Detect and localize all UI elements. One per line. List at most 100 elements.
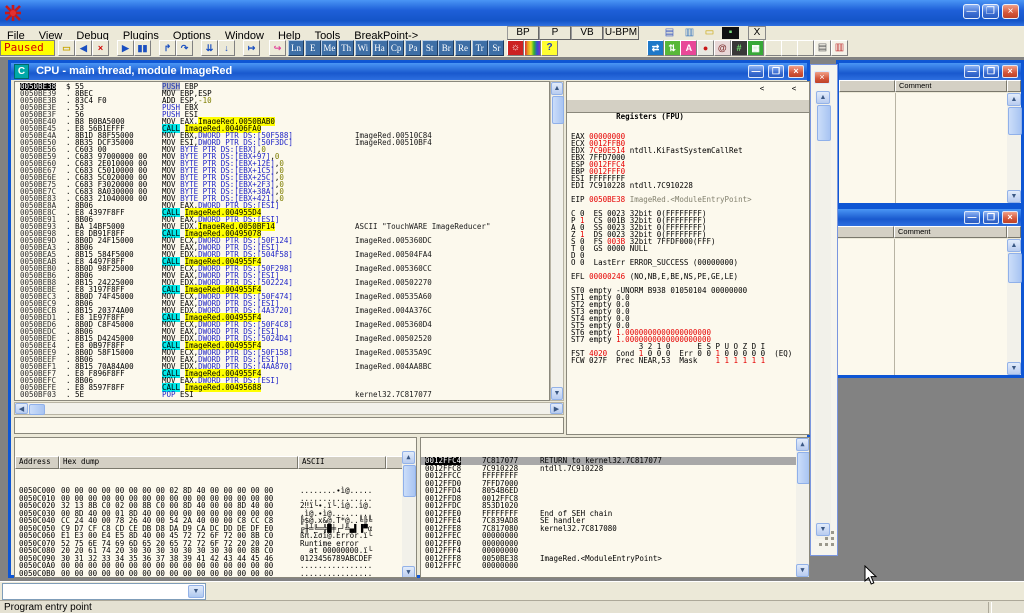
comment-list[interactable] xyxy=(836,239,1007,375)
pane-button-ln[interactable]: Ln xyxy=(288,40,304,56)
disassembly-vscrollbar[interactable]: ▲ ▼ xyxy=(550,81,564,401)
pane-button-e[interactable]: E xyxy=(305,40,321,56)
pane-button-br[interactable]: Br xyxy=(438,40,454,56)
disassembly-row[interactable]: 0050BEB0.8B0D 98F25000MOV ECX,DWORD PTR … xyxy=(15,265,549,272)
disassembly-row[interactable]: 0050BEC3.8B0D 74F45000MOV ECX,DWORD PTR … xyxy=(15,293,549,300)
disassembly-row[interactable]: 0050BE38$55PUSH EBP xyxy=(15,83,549,90)
main-titlebar[interactable]: — ❐ × xyxy=(0,0,1024,26)
run-button[interactable]: ▶ xyxy=(117,40,134,56)
close-button[interactable]: × xyxy=(1002,4,1019,19)
dump-row[interactable]: 0050C0C000 00 00 00 00 00 00 00 00 00 00… xyxy=(15,577,416,578)
stack-vscrollbar[interactable]: ▲ ▼ xyxy=(796,438,810,577)
dump-vscrollbar[interactable]: ▲ ▼ xyxy=(402,451,416,578)
notes-icon[interactable]: ▥ xyxy=(681,26,698,40)
cpu-titlebar[interactable]: C CPU - main thread, module ImageRed — ❐… xyxy=(11,63,807,80)
disassembly-row[interactable]: 0050BE3B.83C4 F0ADD ESP,-10 xyxy=(15,97,549,104)
register-line[interactable]: T 0 GS 0000 NULL xyxy=(567,245,809,252)
vertical-scrollbar[interactable]: ▲ ▼ xyxy=(815,91,831,539)
vertical-scrollbar[interactable]: ▲ ▼ xyxy=(1007,93,1021,203)
stack-row[interactable]: 0012FFF80050BE38ImageRed.<ModuleEntryPoi… xyxy=(421,555,809,563)
go-to-address-button[interactable]: ↪ xyxy=(269,40,286,56)
close-button[interactable]: × xyxy=(814,71,830,84)
info-pane[interactable]: EBP=0012FFF0 xyxy=(14,417,564,434)
grid-button[interactable]: ▦ xyxy=(747,40,764,56)
maximize-button[interactable]: ❐ xyxy=(768,65,784,78)
stack-row[interactable]: 0012FFEC00000000 xyxy=(421,532,809,540)
stack-row[interactable]: 0012FFDC853D1020 xyxy=(421,502,809,510)
stack-row[interactable]: 0012FFF000000000 xyxy=(421,540,809,548)
pane-button-re[interactable]: Re xyxy=(455,40,471,56)
pane-button-pa[interactable]: Pa xyxy=(405,40,421,56)
empty-toolbar-button[interactable] xyxy=(765,40,782,56)
disassembly-row[interactable]: 0050BE9D.8B0D 24F15000MOV ECX,DWORD PTR … xyxy=(15,237,549,244)
dump-pane[interactable]: Address Hex dump ASCII 0050C00000 00 00 … xyxy=(14,437,417,578)
disassembly-pane[interactable]: 0050BE38$55PUSH EBP0050BE39.8BECMOV EBP,… xyxy=(14,81,550,401)
menu-button-vb[interactable]: VB xyxy=(571,26,603,40)
close-button[interactable]: × xyxy=(788,65,804,78)
trace-into-button[interactable]: ⇊ xyxy=(201,40,218,56)
doc-list-button[interactable]: ▤ xyxy=(814,40,831,56)
menu-close-button[interactable]: X xyxy=(748,26,766,40)
minimize-button[interactable]: — xyxy=(748,65,764,78)
resize-grip[interactable] xyxy=(819,543,822,546)
stack-row[interactable]: 0012FFD07FFD7000 xyxy=(421,480,809,488)
register-line[interactable]: EFL 00000246 (NO,NB,E,BE,NS,PE,GE,LE) xyxy=(567,273,809,280)
step-over-button[interactable]: ↷ xyxy=(176,40,193,56)
register-line[interactable]: FCW 027F Prec NEAR,53 Mask 1 1 1 1 1 1 xyxy=(567,357,809,364)
vertical-scrollbar[interactable]: ▲ ▼ xyxy=(1007,239,1021,375)
stack-row[interactable]: 0012FFD80012FFC8 xyxy=(421,495,809,503)
pane-button-cp[interactable]: Cp xyxy=(388,40,404,56)
disassembly-row[interactable]: 0050BE83.C683 21040000 00MOV BYTE PTR DS… xyxy=(15,195,549,202)
maximize-button[interactable]: ❐ xyxy=(983,65,999,78)
register-line[interactable]: EIP 0050BE38 ImageRed.<ModuleEntryPoint> xyxy=(567,196,809,203)
execute-till-return-button[interactable]: ↦ xyxy=(243,40,260,56)
close-program-button[interactable]: × xyxy=(92,40,109,56)
comment-list[interactable] xyxy=(839,93,1007,203)
pane-button-th[interactable]: Th xyxy=(338,40,354,56)
stack-row[interactable]: 0012FFFC00000000 xyxy=(421,562,809,570)
stack-row[interactable]: 0012FFE87C817080kernel32.7C817080 xyxy=(421,525,809,533)
pause-button[interactable]: ▮▮ xyxy=(134,40,151,56)
spiral-button[interactable]: @ xyxy=(714,40,731,56)
comment-window-lower-titlebar[interactable]: — ❐ × xyxy=(836,209,1021,226)
empty-toolbar-button[interactable] xyxy=(781,40,798,56)
comment-window-upper-titlebar[interactable]: — ❐ × xyxy=(839,63,1021,80)
disassembly-hscrollbar[interactable]: ◀ ▶ xyxy=(14,402,564,415)
appearance-button[interactable] xyxy=(524,40,541,56)
record-button[interactable]: ● xyxy=(697,40,714,56)
stack-row[interactable]: 0012FFC47C817077RETURN to kernel32.7C817… xyxy=(421,457,809,465)
open-file-button[interactable]: ▭ xyxy=(58,40,75,56)
disassembly-row[interactable]: 0050BF03.5EPOP ESIkernel32.7C817077 xyxy=(15,391,549,398)
empty-toolbar-button[interactable] xyxy=(797,40,814,56)
stack-pane[interactable]: 0012FFC47C817077RETURN to kernel32.7C817… xyxy=(420,437,810,578)
menu-button-p[interactable]: P xyxy=(539,26,571,40)
minimize-button[interactable]: — xyxy=(963,4,980,19)
close-button[interactable]: × xyxy=(1002,65,1018,78)
pane-button-wi[interactable]: Wi xyxy=(355,40,371,56)
disassembly-row[interactable]: 0050BEE9.8B0D 58F15000MOV ECX,DWORD PTR … xyxy=(15,349,549,356)
assembler-button[interactable]: A xyxy=(680,40,697,56)
disassembly-row[interactable]: 0050BED6.8B0D C8F45000MOV ECX,DWORD PTR … xyxy=(15,321,549,328)
pane-button-ha[interactable]: Ha xyxy=(372,40,388,56)
doc-check-button[interactable]: ▥ xyxy=(831,40,848,56)
combobox-dropdown-icon[interactable]: ▼ xyxy=(188,585,204,598)
stack-row[interactable]: 0012FFC87C910228ntdll.7C910228 xyxy=(421,465,809,473)
pane-button-sr[interactable]: Sr xyxy=(488,40,504,56)
net-button[interactable]: # xyxy=(731,40,748,56)
sync-arrows-button[interactable]: ⇄ xyxy=(647,40,664,56)
registers-pane[interactable]: Registers (FPU) < < EAX 00000000ECX 0012… xyxy=(566,81,810,435)
collapse-button[interactable]: < xyxy=(787,83,801,94)
copy-page-icon[interactable]: ▤ xyxy=(661,26,678,40)
maximize-button[interactable]: ❐ xyxy=(983,211,999,224)
disassembly-row[interactable]: 0050BEFE.E8 8597F8FFCALL ImageRed.004956… xyxy=(15,384,549,391)
minimize-button[interactable]: — xyxy=(964,65,980,78)
register-line[interactable]: EDI 7C910228 ntdll.7C910228 xyxy=(567,182,809,189)
maximize-button[interactable]: ❐ xyxy=(982,4,999,19)
disassembly-row[interactable]: 0050BE8C.E8 4397F8FFCALL ImageRed.004955… xyxy=(15,209,549,216)
close-button[interactable]: × xyxy=(1002,211,1018,224)
disassembly-row[interactable]: 0050BEF7.E8 F896F8FFCALL ImageRed.004955… xyxy=(15,370,549,377)
trace-over-button[interactable]: ↓ xyxy=(218,40,235,56)
minimize-button[interactable]: — xyxy=(964,211,980,224)
pane-button-st[interactable]: St xyxy=(422,40,438,56)
pane-button-me[interactable]: Me xyxy=(321,40,337,56)
